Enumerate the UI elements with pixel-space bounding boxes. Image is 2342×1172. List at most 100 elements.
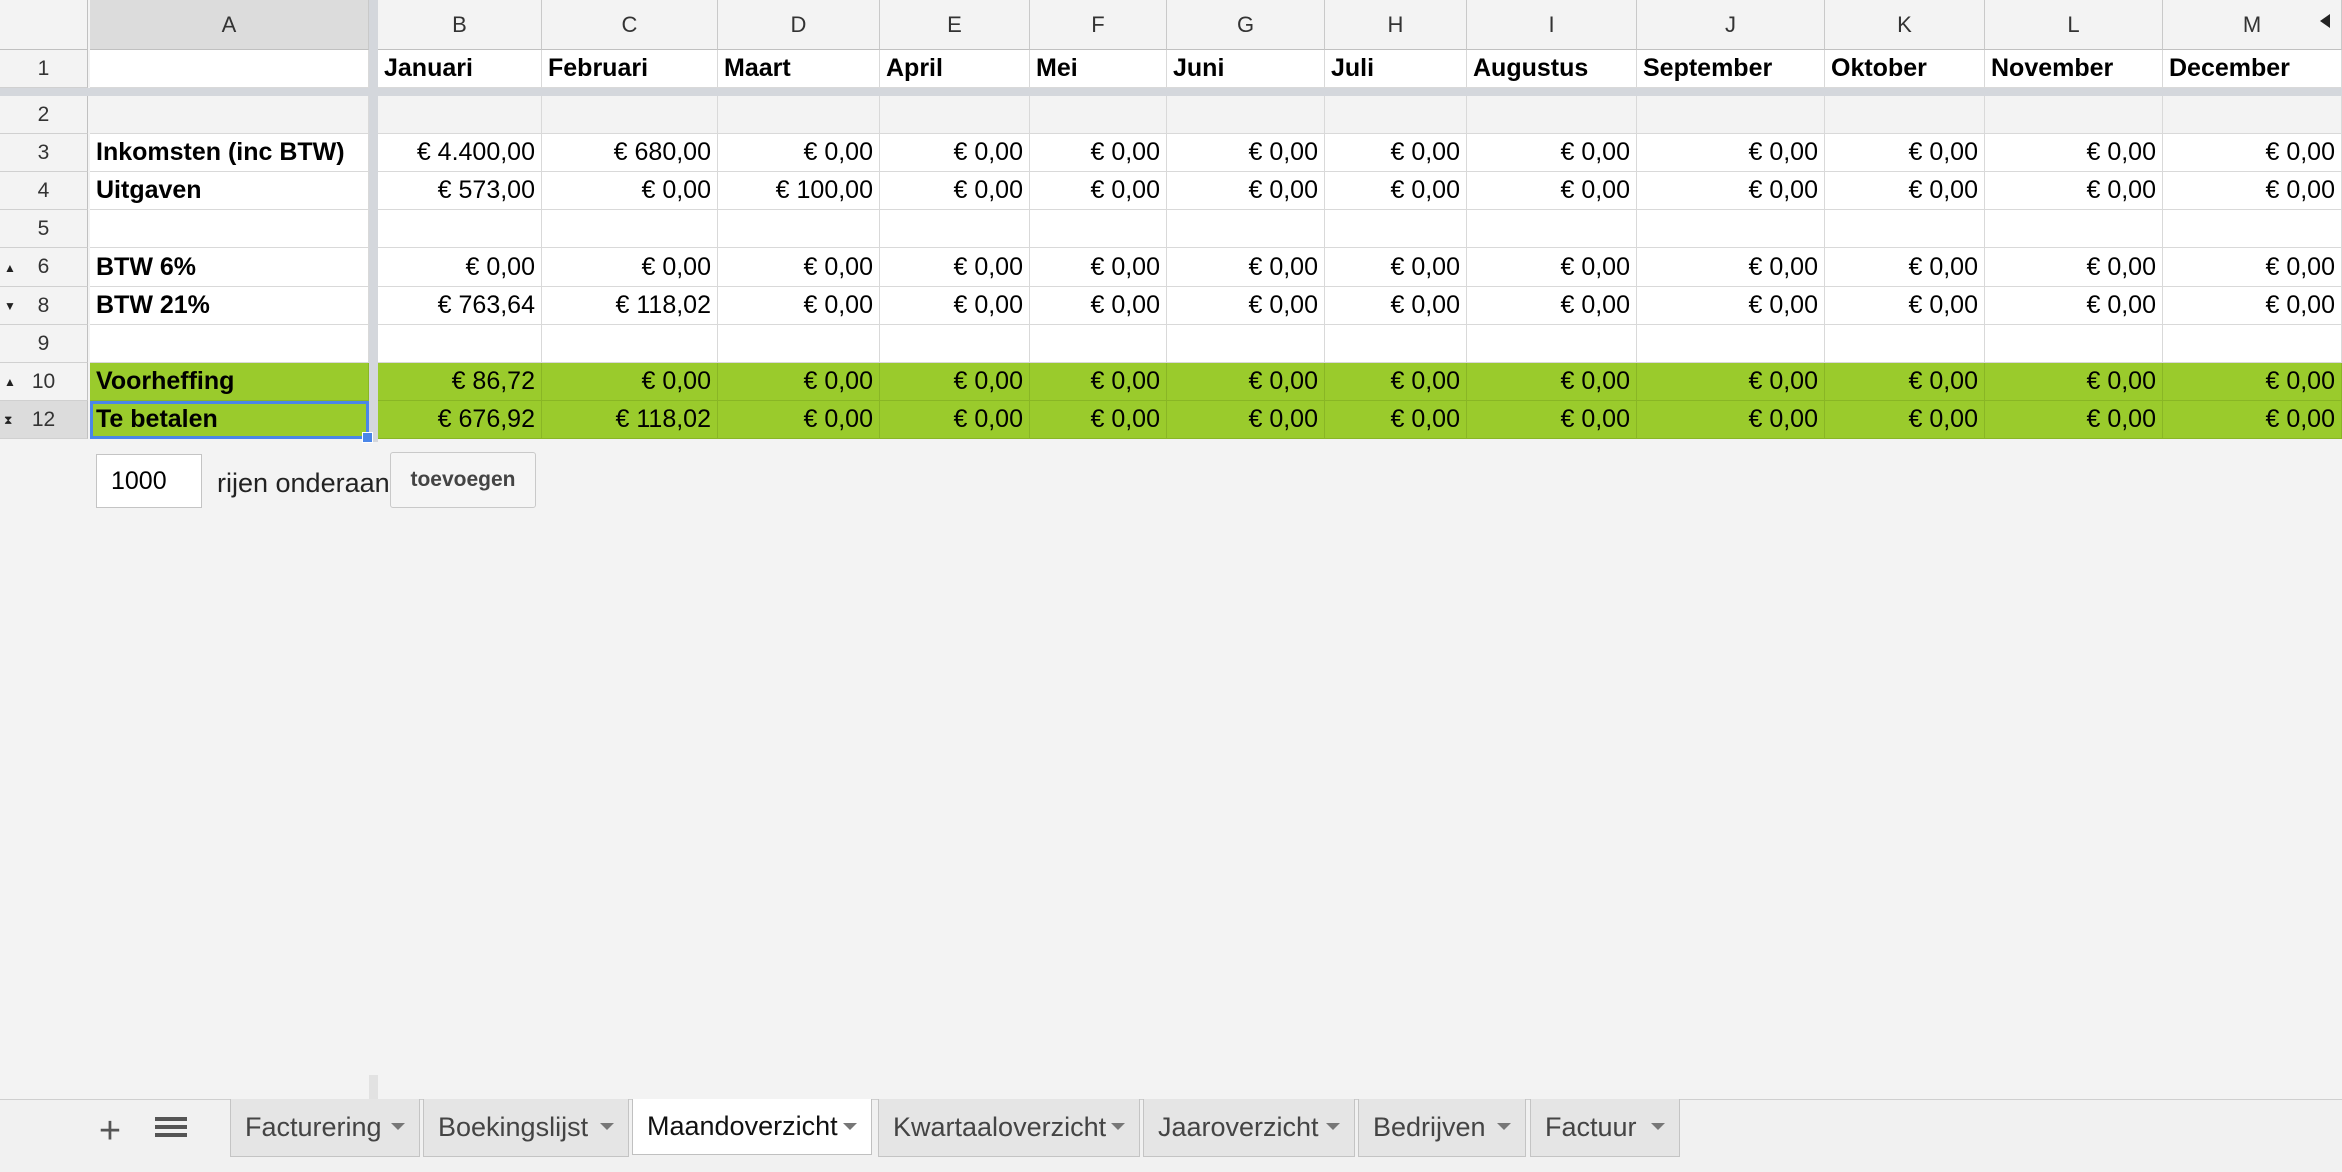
row-header-2[interactable]: 2 — [0, 96, 88, 134]
cell-a1[interactable] — [90, 50, 369, 88]
cell-e2[interactable] — [880, 96, 1030, 134]
cell-f3[interactable]: € 0,00 — [1030, 134, 1167, 172]
cell-f12[interactable]: € 0,00 — [1030, 401, 1167, 439]
cell-k4[interactable]: € 0,00 — [1825, 172, 1985, 210]
cell-c9[interactable] — [542, 325, 718, 363]
cell-f10[interactable]: € 0,00 — [1030, 363, 1167, 401]
cell-b3[interactable]: € 4.400,00 — [378, 134, 542, 172]
sheet-tab-facturering[interactable]: Facturering — [230, 1099, 420, 1157]
caret-down-icon[interactable] — [600, 1123, 614, 1130]
cell-l9[interactable] — [1985, 325, 2163, 363]
cell-m8[interactable]: € 0,00 — [2163, 287, 2342, 325]
cell-g9[interactable] — [1167, 325, 1325, 363]
cell-g3[interactable]: € 0,00 — [1167, 134, 1325, 172]
cell-j5[interactable] — [1637, 210, 1825, 248]
group-collapse-icon[interactable]: ▲ — [4, 376, 16, 388]
freeze-bar-vertical[interactable] — [369, 0, 378, 442]
cell-m1[interactable]: December — [2163, 50, 2342, 88]
cell-b12[interactable]: € 676,92 — [378, 401, 542, 439]
row-header-5[interactable]: 5 — [0, 210, 88, 248]
cell-j8[interactable]: € 0,00 — [1637, 287, 1825, 325]
cell-b1[interactable]: Januari — [378, 50, 542, 88]
cell-c6[interactable]: € 0,00 — [542, 248, 718, 287]
column-header-f[interactable]: F — [1030, 0, 1167, 50]
cell-d8[interactable]: € 0,00 — [718, 287, 880, 325]
row-header-6[interactable]: 6 ▲ — [0, 248, 88, 287]
cell-j12[interactable]: € 0,00 — [1637, 401, 1825, 439]
sheet-tab-bedrijven[interactable]: Bedrijven — [1358, 1099, 1526, 1157]
group-expand-icon[interactable]: ⧗ — [4, 414, 12, 426]
cell-k6[interactable]: € 0,00 — [1825, 248, 1985, 287]
cell-k1[interactable]: Oktober — [1825, 50, 1985, 88]
cell-a4[interactable]: Uitgaven — [90, 172, 369, 210]
cell-j9[interactable] — [1637, 325, 1825, 363]
cell-h1[interactable]: Juli — [1325, 50, 1467, 88]
column-header-d[interactable]: D — [718, 0, 880, 50]
column-header-c[interactable]: C — [542, 0, 718, 50]
cell-g8[interactable]: € 0,00 — [1167, 287, 1325, 325]
cell-i9[interactable] — [1467, 325, 1637, 363]
cell-j1[interactable]: September — [1637, 50, 1825, 88]
group-expand-down-icon[interactable]: ▼ — [4, 300, 16, 312]
cell-l6[interactable]: € 0,00 — [1985, 248, 2163, 287]
cell-e10[interactable]: € 0,00 — [880, 363, 1030, 401]
select-all-corner[interactable] — [0, 0, 88, 50]
cell-l8[interactable]: € 0,00 — [1985, 287, 2163, 325]
cell-a8[interactable]: BTW 21% — [90, 287, 369, 325]
cell-k8[interactable]: € 0,00 — [1825, 287, 1985, 325]
cell-d3[interactable]: € 0,00 — [718, 134, 880, 172]
cell-e9[interactable] — [880, 325, 1030, 363]
cell-f8[interactable]: € 0,00 — [1030, 287, 1167, 325]
cell-e1[interactable]: April — [880, 50, 1030, 88]
cell-d12[interactable]: € 0,00 — [718, 401, 880, 439]
cell-e5[interactable] — [880, 210, 1030, 248]
cell-m4[interactable]: € 0,00 — [2163, 172, 2342, 210]
cell-g6[interactable]: € 0,00 — [1167, 248, 1325, 287]
freeze-bar-horizontal[interactable] — [0, 88, 2342, 96]
cell-m3[interactable]: € 0,00 — [2163, 134, 2342, 172]
cell-j3[interactable]: € 0,00 — [1637, 134, 1825, 172]
cell-h2[interactable] — [1325, 96, 1467, 134]
column-header-g[interactable]: G — [1167, 0, 1325, 50]
cell-b2[interactable] — [378, 96, 542, 134]
cell-g10[interactable]: € 0,00 — [1167, 363, 1325, 401]
cell-f6[interactable]: € 0,00 — [1030, 248, 1167, 287]
cell-i5[interactable] — [1467, 210, 1637, 248]
cell-m9[interactable] — [2163, 325, 2342, 363]
sheet-tab-factuur[interactable]: Factuur — [1530, 1099, 1680, 1157]
column-header-l[interactable]: L — [1985, 0, 2163, 50]
column-header-i[interactable]: I — [1467, 0, 1637, 50]
cell-c8[interactable]: € 118,02 — [542, 287, 718, 325]
cell-f1[interactable]: Mei — [1030, 50, 1167, 88]
cell-k9[interactable] — [1825, 325, 1985, 363]
cell-g5[interactable] — [1167, 210, 1325, 248]
sheet-tab-jaaroverzicht[interactable]: Jaaroverzicht — [1143, 1099, 1355, 1157]
cell-h8[interactable]: € 0,00 — [1325, 287, 1467, 325]
cell-c1[interactable]: Februari — [542, 50, 718, 88]
sheet-tab-boekingslijst[interactable]: Boekingslijst — [423, 1099, 629, 1157]
caret-down-icon[interactable] — [1111, 1123, 1125, 1130]
plus-icon[interactable]: + — [92, 1112, 128, 1150]
cell-a3[interactable]: Inkomsten (inc BTW) — [90, 134, 369, 172]
cell-e3[interactable]: € 0,00 — [880, 134, 1030, 172]
cell-g4[interactable]: € 0,00 — [1167, 172, 1325, 210]
cell-a2[interactable] — [90, 96, 369, 134]
column-header-a[interactable]: A — [90, 0, 369, 50]
cell-a10[interactable]: Voorheffing — [90, 363, 369, 401]
cell-a5[interactable] — [90, 210, 369, 248]
cell-d2[interactable] — [718, 96, 880, 134]
arrow-left-icon[interactable] — [2320, 14, 2330, 28]
cell-i1[interactable]: Augustus — [1467, 50, 1637, 88]
cell-l10[interactable]: € 0,00 — [1985, 363, 2163, 401]
row-header-12[interactable]: 12 ⧗ — [0, 401, 88, 439]
row-header-10[interactable]: 10 ▲ — [0, 363, 88, 401]
cell-j4[interactable]: € 0,00 — [1637, 172, 1825, 210]
column-header-h[interactable]: H — [1325, 0, 1467, 50]
cell-c2[interactable] — [542, 96, 718, 134]
column-header-j[interactable]: J — [1637, 0, 1825, 50]
cell-e12[interactable]: € 0,00 — [880, 401, 1030, 439]
cell-i6[interactable]: € 0,00 — [1467, 248, 1637, 287]
cell-i8[interactable]: € 0,00 — [1467, 287, 1637, 325]
cell-b4[interactable]: € 573,00 — [378, 172, 542, 210]
cell-i10[interactable]: € 0,00 — [1467, 363, 1637, 401]
